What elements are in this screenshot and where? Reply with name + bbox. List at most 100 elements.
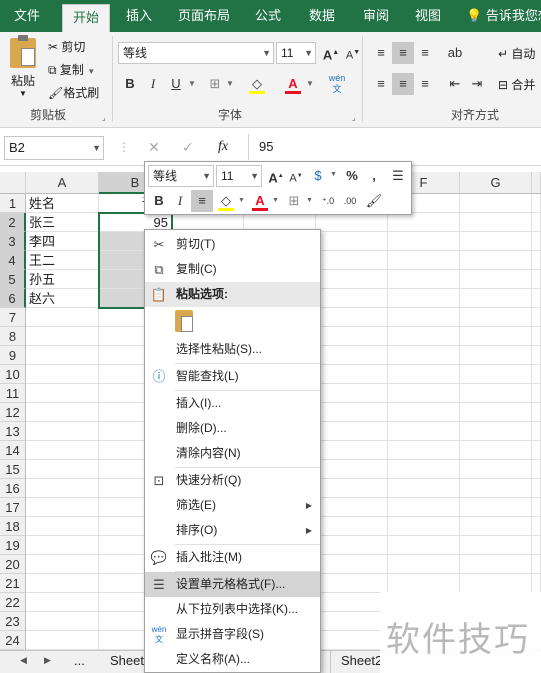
mini-fill-color-icon[interactable]: ◇ [215,190,237,212]
grid-cell[interactable] [460,365,532,384]
grid-cell[interactable] [26,460,99,479]
grid-cell[interactable] [388,327,460,346]
grid-cell[interactable] [532,270,541,289]
grid-cell[interactable] [26,612,99,631]
chevron-down-icon[interactable]: ▼ [306,197,313,204]
menu-show-phonetic[interactable]: wén 文显示拼音字段(S) [145,622,320,647]
grid-cell[interactable] [532,536,541,555]
chevron-down-icon[interactable]: ▼ [306,79,314,88]
tab-data[interactable]: 数据 [300,0,344,32]
menu-format-cells[interactable]: ☰ 设置单元格格式(F)... [145,572,320,597]
grid-cell[interactable] [26,327,99,346]
grid-cell[interactable] [316,403,388,422]
grid-cell[interactable] [532,403,541,422]
grid-cell[interactable] [532,574,541,593]
menu-define-name[interactable]: 定义名称(A)... [145,647,320,672]
borders-icon[interactable]: ⊞ [204,73,226,95]
mini-font-name-combo[interactable]: 等线 ▼ [148,165,214,187]
menu-copy[interactable]: ⧉ 复制(C) [145,257,320,282]
tab-file[interactable]: 文件 [2,0,52,32]
grid-cell[interactable] [460,517,532,536]
chevron-down-icon[interactable]: ▼ [330,171,337,178]
align-center-icon[interactable]: ≡ [392,73,414,95]
grid-cell[interactable] [26,574,99,593]
grid-cell[interactable] [316,327,388,346]
phonetic-guide-icon[interactable]: wén 文 [326,73,348,95]
tab-home[interactable]: 开始 [62,4,110,32]
grid-cell[interactable] [460,441,532,460]
grid-cell[interactable] [460,536,532,555]
grid-cell[interactable] [26,631,99,650]
grid-cell[interactable] [532,517,541,536]
grid-cell[interactable] [460,403,532,422]
grid-cell[interactable] [388,536,460,555]
tab-review[interactable]: 审阅 [354,0,398,32]
grid-cell[interactable] [316,270,388,289]
row-header[interactable]: 1 [0,194,26,213]
grid-cell[interactable] [460,327,532,346]
tab-formulas[interactable]: 公式 [246,0,290,32]
grid-cell[interactable] [460,251,532,270]
cut-button[interactable]: ✂ 剪切 [48,38,85,55]
copy-button[interactable]: ⧉ 复制 ▼ [48,61,95,78]
mini-bold-button[interactable]: B [148,190,170,212]
grid-cell[interactable] [532,479,541,498]
menu-paste-special[interactable]: 选择性粘贴(S)... [145,337,320,362]
grid-cell[interactable] [388,289,460,308]
grid-cell[interactable] [460,289,532,308]
row-header[interactable]: 24 [0,631,26,650]
menu-smart-lookup[interactable]: ⓘ 智能查找(L) [145,364,320,389]
grid-cell[interactable] [460,232,532,251]
grid-cell[interactable] [26,403,99,422]
grid-cell[interactable] [460,460,532,479]
grid-cell[interactable] [532,194,541,213]
align-top-icon[interactable]: ≡ [370,42,392,64]
grid-cell[interactable] [26,517,99,536]
name-cell[interactable]: 孙五 [26,270,99,289]
grid-cell[interactable] [316,460,388,479]
merge-center-button[interactable]: ⊟ 合并 [498,76,535,93]
grid-cell[interactable] [316,308,388,327]
grid-cell[interactable] [388,308,460,327]
row-header[interactable]: 12 [0,403,26,422]
sheet-tab[interactable]: Sheet2 [330,651,380,673]
tab-view[interactable]: 视图 [406,0,450,32]
grid-cell[interactable] [460,270,532,289]
row-header[interactable]: 9 [0,346,26,365]
insert-function-icon[interactable]: fx [218,139,228,155]
row-header[interactable]: 11 [0,384,26,403]
align-bottom-icon[interactable]: ≡ [414,42,436,64]
name-box[interactable]: B2 ▼ [4,136,104,160]
grid-cell[interactable] [316,498,388,517]
grid-cell[interactable] [388,479,460,498]
grid-cell[interactable] [316,384,388,403]
name-cell[interactable]: 王二 [26,251,99,270]
menu-quick-analysis[interactable]: ⊡ 快速分析(Q) [145,468,320,493]
name-cell[interactable]: 张三 [26,213,99,232]
grid-cell[interactable] [388,498,460,517]
grid-cell[interactable] [460,213,532,232]
grid-cell[interactable] [388,422,460,441]
grid-cell[interactable] [388,346,460,365]
increase-decimal-icon[interactable]: ⁺.0 [317,190,339,212]
row-header[interactable]: 17 [0,498,26,517]
grid-cell[interactable] [532,441,541,460]
sheet-tab[interactable]: Sheet [100,651,146,673]
menu-delete[interactable]: 删除(D)... [145,416,320,441]
more-sheets[interactable]: ... [74,653,85,668]
scroll-right-icon[interactable]: ▶ [44,655,51,666]
grid-cell[interactable] [460,498,532,517]
decrease-indent-icon[interactable]: ⇤ [444,73,466,95]
row-header[interactable]: 20 [0,555,26,574]
row-header[interactable]: 22 [0,593,26,612]
row-header[interactable]: 8 [0,327,26,346]
grid-cell[interactable] [26,441,99,460]
row-header[interactable]: 21 [0,574,26,593]
cell-a1[interactable]: 姓名 [26,194,99,213]
grid-cell[interactable] [316,631,388,650]
grid-cell[interactable] [316,593,388,612]
grid-cell[interactable] [388,213,460,232]
enter-check-icon[interactable]: ✓ [182,139,194,156]
column-header[interactable]: A [26,172,99,194]
name-cell[interactable]: 李四 [26,232,99,251]
